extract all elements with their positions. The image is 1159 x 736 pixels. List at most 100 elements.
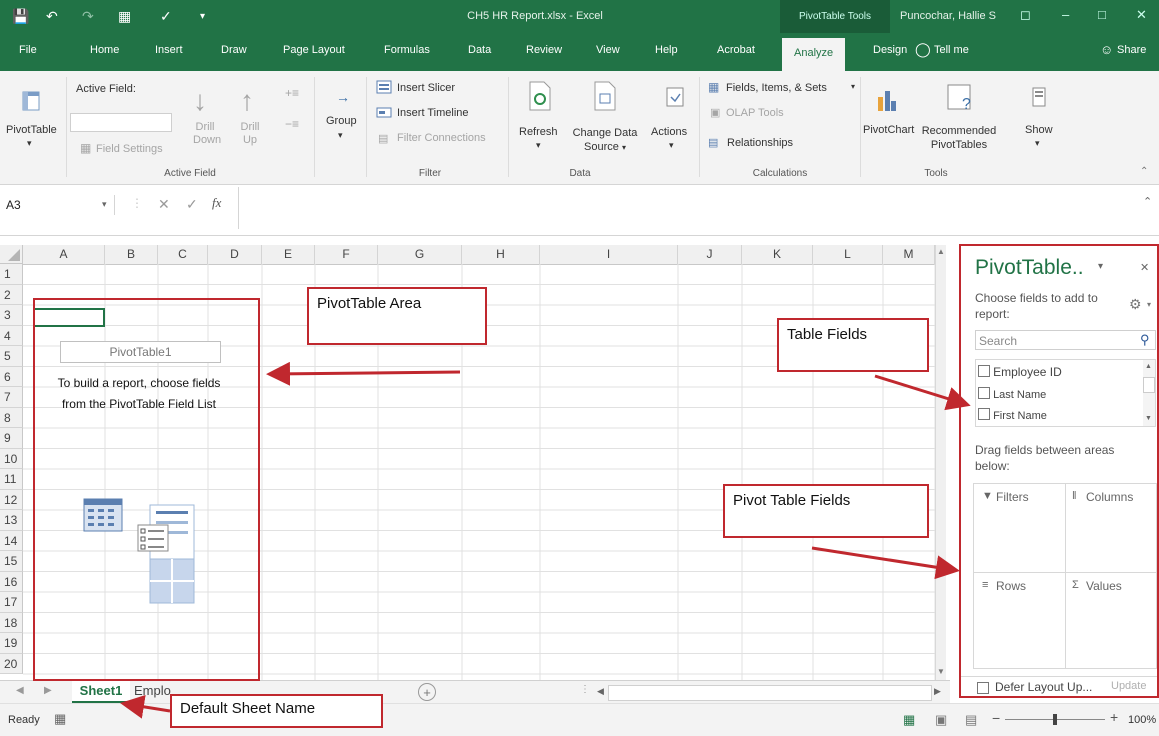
row-header-9[interactable]: 9 [0,428,23,449]
page-layout-view-icon[interactable]: ▣ [935,712,947,728]
hscroll-left-icon[interactable]: ◀ [597,686,604,697]
horizontal-scrollbar[interactable] [608,685,932,701]
olap-tools-button[interactable]: OLAP Tools [726,107,784,119]
sheet-tab-employees[interactable]: Emplo [134,683,171,698]
group-button[interactable]: Group [326,115,357,127]
pivottable-button[interactable]: PivotTable [6,124,57,136]
cancel-icon[interactable]: ✕ [158,196,170,213]
row-header-8[interactable]: 8 [0,407,23,428]
row-header-2[interactable]: 2 [0,284,23,305]
fields-items-dropdown-icon[interactable]: ▾ [851,82,855,91]
column-header-l[interactable]: L [813,245,883,265]
column-header-i[interactable]: I [540,245,678,265]
minimize-icon[interactable]: – [1062,7,1069,22]
tab-draw[interactable]: Draw [221,44,247,56]
form-icon[interactable]: ▦ [118,8,131,25]
column-header-d[interactable]: D [208,245,262,265]
fields-items-sets-button[interactable]: Fields, Items, & Sets [726,82,827,94]
tab-file[interactable]: File [19,44,37,56]
pivotchart-button[interactable]: PivotChart [863,124,914,136]
zoom-level[interactable]: 100% [1128,714,1156,726]
tab-formulas[interactable]: Formulas [384,44,430,56]
insert-function-button[interactable]: fx [212,195,221,211]
row-header-10[interactable]: 10 [0,448,23,469]
insert-slicer-button[interactable]: Insert Slicer [397,82,455,94]
row-header-1[interactable]: 1 [0,264,23,285]
pivottable-dropdown-icon[interactable]: ▾ [27,138,32,149]
hscroll-right-icon[interactable]: ▶ [934,686,941,697]
row-header-3[interactable]: 3 [0,305,23,326]
collapse-field-icon[interactable]: −≡ [285,117,299,131]
select-all-corner[interactable] [0,245,23,264]
row-header-6[interactable]: 6 [0,366,23,387]
column-header-m[interactable]: M [883,245,935,265]
tab-data[interactable]: Data [468,44,491,56]
share-button[interactable]: Share [1117,44,1146,56]
scroll-up-icon[interactable]: ▲ [937,247,945,256]
column-header-g[interactable]: G [378,245,462,265]
ribbon-display-icon[interactable]: ◻ [1020,7,1031,23]
sheet-prev-icon[interactable]: ◀ [16,685,24,696]
enter-icon[interactable]: ✓ [186,196,198,213]
row-header-15[interactable]: 15 [0,551,23,572]
sheet-next-icon[interactable]: ▶ [44,685,52,696]
tab-acrobat[interactable]: Acrobat [717,44,755,56]
row-header-14[interactable]: 14 [0,530,23,551]
tab-review[interactable]: Review [526,44,562,56]
formula-input[interactable] [242,189,1122,227]
close-icon[interactable]: ✕ [1136,7,1147,23]
change-data-source-button[interactable]: Change Data Source ▾ [567,126,643,155]
field-settings-button[interactable]: Field Settings [96,143,163,155]
actions-dropdown-icon[interactable]: ▾ [669,140,674,151]
macro-record-icon[interactable]: ▦ [54,711,66,727]
row-header-7[interactable]: 7 [0,387,23,408]
refresh-button[interactable]: Refresh [519,126,558,138]
expand-field-icon[interactable]: +≡ [285,86,299,100]
row-header-16[interactable]: 16 [0,571,23,592]
row-header-11[interactable]: 11 [0,469,23,490]
tab-view[interactable]: View [596,44,620,56]
normal-view-icon[interactable]: ▦ [903,712,915,728]
row-header-20[interactable]: 20 [0,653,23,674]
row-header-13[interactable]: 13 [0,510,23,531]
column-header-b[interactable]: B [105,245,158,265]
redo-icon[interactable]: ↷ [82,8,94,25]
zoom-slider-thumb[interactable] [1053,714,1057,725]
scroll-down-icon[interactable]: ▼ [937,667,945,676]
column-header-c[interactable]: C [158,245,208,265]
recommended-pivottables-button[interactable]: Recommended PivotTables [920,124,998,152]
column-header-e[interactable]: E [262,245,315,265]
new-sheet-button[interactable]: + [418,683,436,701]
maximize-icon[interactable]: □ [1098,7,1106,22]
spelling-icon[interactable]: ✓ [160,8,172,25]
zoom-out-button[interactable]: − [992,710,1000,726]
drill-up-button[interactable]: Drill Up [238,121,262,147]
collapse-ribbon-icon[interactable]: ⌃ [1140,166,1148,177]
refresh-dropdown-icon[interactable]: ▾ [536,140,541,151]
row-header-19[interactable]: 19 [0,633,23,654]
actions-button[interactable]: Actions [651,126,687,138]
show-dropdown-icon[interactable]: ▾ [1035,138,1040,149]
group-dropdown-icon[interactable]: ▾ [338,130,343,141]
show-button[interactable]: Show [1025,124,1053,136]
column-header-a[interactable]: A [23,245,105,265]
drill-down-button[interactable]: Drill Down [193,121,221,147]
tab-design[interactable]: Design [873,44,907,56]
column-header-h[interactable]: H [462,245,540,265]
row-header-18[interactable]: 18 [0,612,23,633]
tab-analyze[interactable]: Analyze [782,38,846,71]
tab-insert[interactable]: Insert [155,44,183,56]
page-break-view-icon[interactable]: ▤ [965,712,977,728]
active-field-input[interactable] [70,113,172,132]
insert-timeline-button[interactable]: Insert Timeline [397,107,469,119]
tab-help[interactable]: Help [655,44,678,56]
customize-qat-icon[interactable]: ▾ [200,11,205,22]
undo-icon[interactable]: ↶ [46,8,58,25]
tab-page-layout[interactable]: Page Layout [283,44,345,56]
filter-connections-button[interactable]: Filter Connections [397,132,486,144]
name-box[interactable]: A3 ▾ [4,195,115,215]
tell-me-box[interactable]: Tell me [934,44,969,56]
column-header-k[interactable]: K [742,245,813,265]
name-box-dropdown-icon[interactable]: ▾ [102,199,107,210]
row-header-5[interactable]: 5 [0,346,23,367]
